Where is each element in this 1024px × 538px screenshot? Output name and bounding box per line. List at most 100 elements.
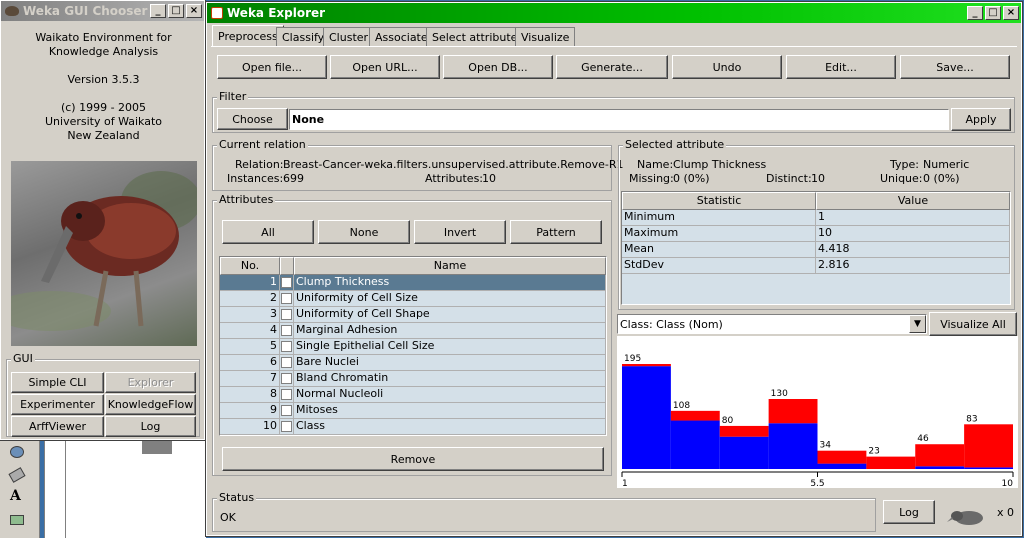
attribute-checkbox[interactable] [281,405,292,416]
weka-bird-image [11,161,197,346]
attributes-count-label: Attributes: [425,172,484,185]
open-file-button[interactable]: Open file... [217,55,327,79]
attribute-checkbox[interactable] [281,341,292,352]
desktop-canvas [66,440,206,538]
attribute-row[interactable]: 9 Mitoses [220,403,606,419]
generate-button[interactable]: Generate... [556,55,668,79]
col-statistic-header[interactable]: Statistic [622,192,816,210]
col-name-header[interactable]: Name [294,257,606,275]
explorer-titlebar[interactable]: Weka Explorer _ □ × [207,3,1021,23]
attribute-row[interactable]: 4 Marginal Adhesion [220,323,606,339]
tab-cluster[interactable]: Cluster [323,27,375,47]
remove-button[interactable]: Remove [222,447,604,471]
stat-row[interactable]: Minimum 1 [622,210,1010,226]
close-icon[interactable]: × [1003,6,1019,20]
attribute-checkbox[interactable] [281,421,292,432]
chooser-log-button[interactable]: Log [105,416,196,437]
attribute-row[interactable]: 1 Clump Thickness [220,275,606,291]
attribute-row[interactable]: 8 Normal Nucleoli [220,387,606,403]
undo-button[interactable]: Undo [672,55,782,79]
sel-type-label: Type: [890,158,919,171]
select-all-button[interactable]: All [222,220,314,244]
close-icon[interactable]: × [186,4,202,18]
open-url-button[interactable]: Open URL... [330,55,440,79]
stat-name: Minimum [622,210,816,226]
log-button[interactable]: Log [883,500,935,524]
chooser-titlebar[interactable]: Weka GUI Chooser _ □ × [1,1,204,21]
stat-value: 1 [816,210,1010,226]
open-db-button[interactable]: Open DB... [443,55,553,79]
experimenter-button[interactable]: Experimenter [11,394,104,415]
histogram-count-label: 46 [917,434,929,444]
edit-button[interactable]: Edit... [786,55,896,79]
attribute-row[interactable]: 10 Class [220,419,606,435]
attribute-checkbox[interactable] [281,293,292,304]
histogram-count-label: 83 [966,414,977,424]
stat-row[interactable]: Maximum 10 [622,226,1010,242]
maximize-icon[interactable]: □ [985,6,1001,20]
simple-cli-button[interactable]: Simple CLI [11,372,104,393]
minimize-icon[interactable]: _ [150,4,166,18]
histogram-bar-segment [670,420,720,469]
attribute-checkbox[interactable] [281,357,292,368]
attribute-row[interactable]: 2 Uniformity of Cell Size [220,291,606,307]
attribute-row[interactable]: 5 Single Epithelial Cell Size [220,339,606,355]
text-tool-icon[interactable]: A [10,488,21,504]
attribute-checkbox[interactable] [281,373,292,384]
desktop-ruler [44,440,66,538]
stat-row[interactable]: Mean 4.418 [622,242,1010,258]
stat-name: Maximum [622,226,816,242]
attribute-name: Class [294,419,606,435]
class-select[interactable]: Class: Class (Nom) ▼ [617,314,927,334]
knowledgeflow-button[interactable]: KnowledgeFlow [105,394,196,415]
status-text: OK [220,511,236,524]
attribute-checkbox[interactable] [281,325,292,336]
attribute-row[interactable]: 6 Bare Nuclei [220,355,606,371]
explorer-button[interactable]: Explorer [105,372,196,393]
attribute-checkbox[interactable] [281,389,292,400]
attribute-row[interactable]: 3 Uniformity of Cell Shape [220,307,606,323]
weka-status-bird-icon [947,508,987,528]
tab-select-attributes[interactable]: Select attributes [426,27,530,47]
choose-filter-button[interactable]: Choose [217,108,288,130]
minimize-icon[interactable]: _ [967,6,983,20]
about-line: New Zealand [67,129,140,142]
desktop-canvas-tag [142,440,172,454]
col-no-header[interactable]: No. [220,257,280,275]
col-value-header[interactable]: Value [816,192,1010,210]
sel-unique-value: 0 (0%) [923,172,960,185]
tab-associate[interactable]: Associate [369,27,434,47]
tab-visualize[interactable]: Visualize [515,27,576,47]
class-select-value: Class: Class (Nom) [620,317,723,331]
invert-button[interactable]: Invert [414,220,506,244]
chooser-title: Weka GUI Chooser [23,4,148,18]
stat-row[interactable]: StdDev 2.816 [622,258,1010,274]
tab-preprocess[interactable]: Preprocess [212,25,284,47]
desktop-tool-icon-1[interactable] [10,446,24,458]
explorer-title: Weka Explorer [227,6,326,20]
filter-field[interactable]: None [289,109,949,130]
arffviewer-button[interactable]: ArffViewer [11,416,104,437]
sel-name-label: Name: [637,158,674,171]
select-none-button[interactable]: None [318,220,410,244]
maximize-icon[interactable]: □ [168,4,184,18]
version-text: Version 3.5.3 [67,73,140,86]
pattern-button[interactable]: Pattern [510,220,602,244]
shape-tool-icon[interactable] [10,515,24,525]
save-button[interactable]: Save... [900,55,1010,79]
relation-label: Relation: [235,158,284,171]
stat-name: StdDev [622,258,816,274]
chevron-down-icon[interactable]: ▼ [909,315,926,333]
attribute-rows: 1 Clump Thickness 2 Uniformity of Cell Siz… [220,275,606,435]
attribute-no: 6 [220,355,280,371]
attribute-name: Clump Thickness [294,275,606,291]
attribute-checkbox[interactable] [281,309,292,320]
attribute-row[interactable]: 7 Bland Chromatin [220,371,606,387]
visualize-all-button[interactable]: Visualize All [929,312,1017,336]
gui-chooser-window: Weka GUI Chooser _ □ × Waikato Environme… [0,0,206,441]
attribute-name: Bare Nuclei [294,355,606,371]
apply-button[interactable]: Apply [951,108,1011,131]
col-check-header[interactable] [280,257,294,275]
attribute-no: 1 [220,275,280,291]
attribute-checkbox[interactable] [281,277,292,288]
